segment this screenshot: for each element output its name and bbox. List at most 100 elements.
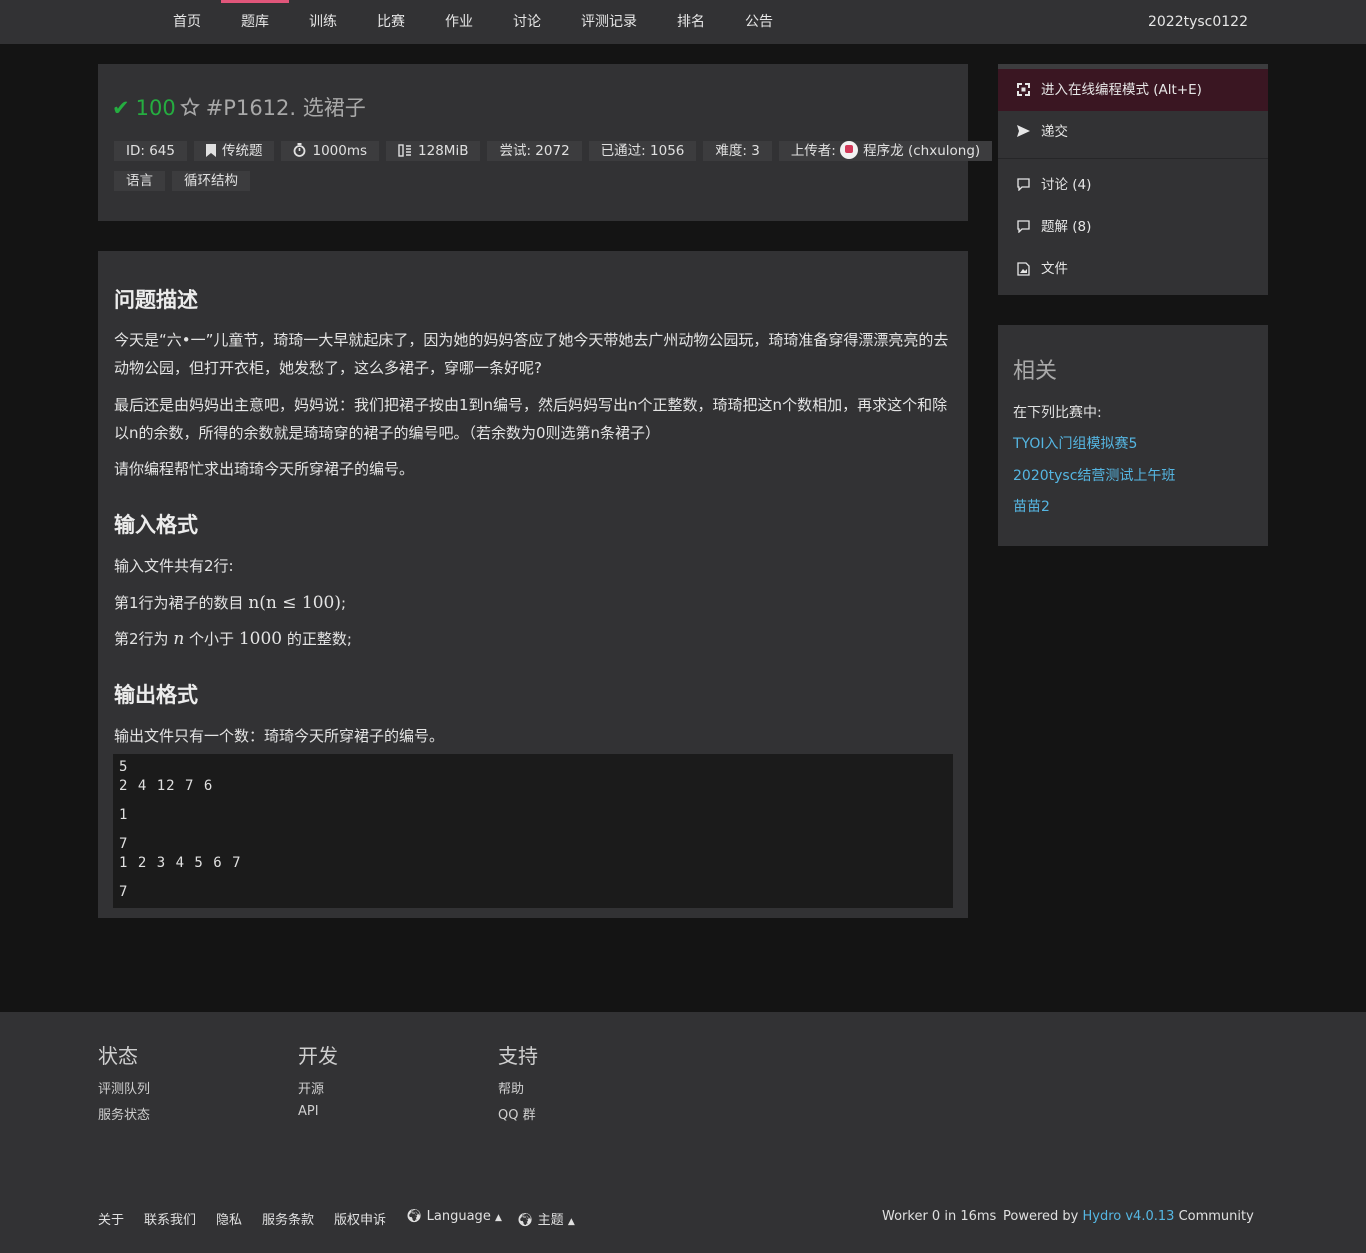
input-line-3-mid: 个小于 [184, 630, 239, 648]
footer-about-link[interactable]: 关于 [98, 1209, 124, 1228]
code-line: 2 4 12 7 6 [119, 778, 214, 794]
section-heading-input: 输入格式 [114, 513, 198, 537]
comment-icon [1017, 178, 1030, 191]
problem-title: #P1612. 选裙子 [205, 96, 366, 120]
avatar[interactable] [840, 141, 859, 159]
problem-content: 问题描述 今天是“六•一”儿童节，琦琦一大早就起床了，因为她的妈妈答应了她今天带… [98, 251, 968, 918]
footer-privacy-link[interactable]: 隐私 [216, 1209, 242, 1228]
expand-icon [1017, 83, 1030, 96]
input-line-2-text: 第1行为裙子的数目 [114, 594, 249, 612]
uploader: 上传者: 程序龙 (chxulong) [778, 141, 993, 161]
top-navbar: 首页 题库 训练 比赛 作业 讨论 评测记录 排名 公告 2022tysc012… [0, 0, 1366, 44]
input-line-1: 输入文件共有2行: [114, 557, 234, 575]
description-paragraph-1: 今天是“六•一”儿童节，琦琦一大早就起床了，因为她的妈妈答应了她今天带她去广州动… [114, 331, 949, 377]
code-line: 5 [119, 759, 129, 775]
footer-judge-queue-link[interactable]: 评测队列 [98, 1078, 150, 1097]
section-heading-description: 问题描述 [114, 288, 198, 312]
input-line-3-text: 第2行为 [114, 630, 174, 648]
nav-training[interactable]: 训练 [309, 0, 337, 44]
memory-icon [398, 144, 412, 157]
powered-by: Powered by Hydro v4.0.13 Community [1003, 1209, 1254, 1224]
footer-terms-link[interactable]: 服务条款 [262, 1209, 314, 1228]
related-contest-link[interactable]: 2020tysc结营测试上午班 [1013, 465, 1175, 485]
nav-contests[interactable]: 比赛 [377, 0, 405, 44]
ide-mode-button[interactable]: 进入在线编程模式 (Alt+E) [998, 69, 1268, 111]
powered-by-text: Powered by [1003, 1209, 1079, 1224]
community-text: Community [1178, 1209, 1254, 1224]
code-line: 1 [119, 807, 129, 823]
footer-api-link[interactable]: API [298, 1104, 319, 1119]
output-line-1: 输出文件只有一个数：琦琦今天所穿裙子的编号。 [114, 727, 445, 745]
problem-tags: 语言 循环结构 [114, 171, 257, 191]
nav-homework[interactable]: 作业 [445, 0, 473, 44]
footer-service-status-link[interactable]: 服务状态 [98, 1104, 150, 1123]
footer-contact-link[interactable]: 联系我们 [144, 1209, 196, 1228]
nav-announcements[interactable]: 公告 [745, 0, 773, 44]
related-panel: 相关 在下列比赛中: TYOI入门组模拟赛5 2020tysc结营测试上午班 苗… [998, 325, 1268, 546]
globe-icon: 🌍︎ [517, 1213, 534, 1228]
section-heading-output: 输出格式 [114, 683, 198, 707]
footer-dev-title: 开发 [298, 1044, 338, 1068]
star-icon[interactable] [179, 97, 200, 122]
code-line: 7 [119, 884, 129, 900]
input-line-2-end: ; [340, 594, 347, 612]
theme-label: 主题 [537, 1213, 564, 1228]
input-line-3: 第2行为 n 个小于 1000 的正整数; [114, 625, 954, 653]
memory-limit: 128MiB [386, 141, 481, 161]
footer-status-title: 状态 [98, 1044, 138, 1068]
related-contest-link[interactable]: TYOI入门组模拟赛5 [1013, 433, 1137, 453]
accepted-count: 已通过: 1056 [588, 141, 697, 161]
problem-type-label: 传统题 [221, 143, 263, 159]
chevron-up-icon: ▲ [494, 1213, 502, 1223]
language-label: Language [426, 1209, 491, 1224]
problem-score: 100 [135, 96, 176, 120]
tried-count: 尝试: 2072 [487, 141, 582, 161]
code-line: 7 [119, 836, 129, 852]
discussion-link[interactable]: 讨论 (4) [998, 164, 1268, 206]
hydro-link[interactable]: Hydro v4.0.13 [1083, 1209, 1175, 1224]
nav-problems[interactable]: 题库 [221, 0, 289, 44]
memory-limit-label: 128MiB [418, 143, 469, 159]
uploader-name[interactable]: 程序龙 (chxulong) [863, 143, 980, 159]
send-icon [1017, 125, 1030, 137]
problem-id: ID: 645 [114, 141, 187, 161]
submit-button[interactable]: 递交 [998, 111, 1268, 153]
related-contests-label: 在下列比赛中: [1013, 405, 1102, 421]
nav-ranking[interactable]: 排名 [677, 0, 705, 44]
footer-opensource-link[interactable]: 开源 [298, 1078, 324, 1097]
sidebar-actions: 进入在线编程模式 (Alt+E) 递交 讨论 (4) 题解 (8) 文件 [998, 64, 1268, 295]
nav-records[interactable]: 评测记录 [581, 0, 637, 44]
footer-qq-group-link[interactable]: QQ 群 [498, 1104, 536, 1123]
ide-mode-label: 进入在线编程模式 (Alt+E) [1041, 82, 1202, 98]
chevron-up-icon: ▲ [567, 1217, 575, 1227]
bookmark-icon [205, 144, 216, 157]
problem-header: ✔ 100 #P1612. 选裙子 ID: 645 传统题 1000ms 128MiB 尝试… [98, 64, 993, 221]
nav-home[interactable]: 首页 [173, 0, 201, 44]
files-link[interactable]: 文件 [998, 248, 1268, 290]
footer-support-title: 支持 [498, 1044, 538, 1068]
comment-icon [1017, 220, 1030, 233]
user-menu[interactable]: 2022tysc0122 [1148, 0, 1248, 44]
tag-language[interactable]: 语言 [114, 171, 165, 191]
difficulty: 难度: 3 [703, 141, 772, 161]
solution-label: 题解 (8) [1041, 219, 1092, 235]
theme-selector[interactable]: 🌍︎ 主题 ▲ [517, 1209, 575, 1228]
footer-help-link[interactable]: 帮助 [498, 1078, 524, 1097]
footer-copyright-link[interactable]: 版权申诉 [334, 1209, 386, 1228]
nav-discussion[interactable]: 讨论 [513, 0, 541, 44]
math-1000: 1000 [238, 629, 283, 649]
worker-status: Worker 0 in 16ms [882, 1209, 997, 1224]
time-limit-label: 1000ms [312, 143, 368, 159]
tag-loop[interactable]: 循环结构 [172, 171, 250, 191]
language-selector[interactable]: 🌍︎ Language ▲ [406, 1209, 502, 1224]
related-contest-link[interactable]: 苗苗2 [1013, 496, 1050, 516]
files-label: 文件 [1041, 261, 1068, 277]
sample-code-block[interactable]: 5 2 4 12 7 6 1 7 1 2 3 4 5 6 7 7 [113, 754, 953, 908]
solution-link[interactable]: 题解 (8) [998, 206, 1268, 248]
submit-label: 递交 [1041, 124, 1068, 140]
stopwatch-icon [294, 143, 306, 157]
math-n: n [173, 629, 185, 649]
discussion-label: 讨论 (4) [1041, 177, 1092, 193]
code-line: 1 2 3 4 5 6 7 [119, 855, 242, 871]
divider [998, 158, 1268, 159]
